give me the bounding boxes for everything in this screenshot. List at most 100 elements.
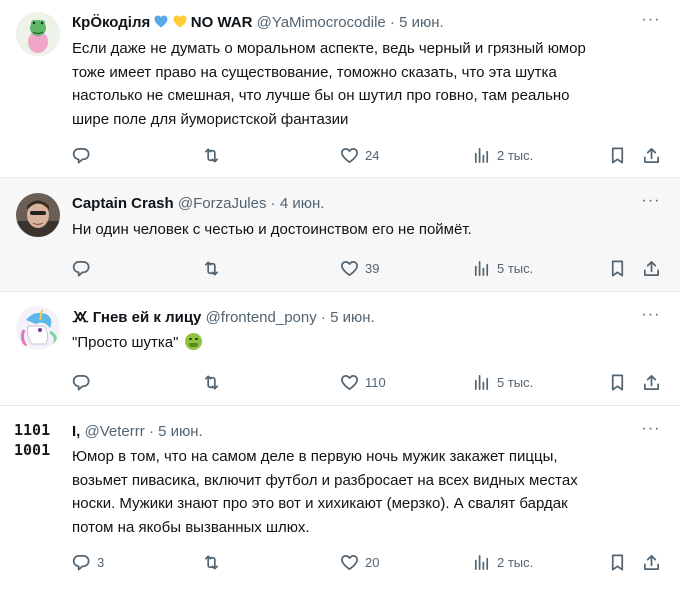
reply-button[interactable] [72, 144, 97, 166]
bookmark-button[interactable] [608, 257, 627, 279]
reply-count: 3 [97, 554, 105, 570]
bookmark-icon [611, 554, 624, 570]
tweet[interactable]: Captain Crash @ForzaJules · 4 июн. ··· Н… [0, 178, 680, 292]
share-icon [643, 147, 660, 163]
views-button[interactable]: 2 тыс. [472, 144, 533, 166]
timestamp[interactable]: 4 июн. [280, 195, 325, 212]
retweet-button[interactable] [202, 551, 227, 573]
tweet-text: Если даже не думать о моральном аспекте,… [72, 40, 586, 128]
tweet-header: Captain Crash @ForzaJules · 4 июн. [72, 194, 620, 214]
avatar[interactable] [16, 306, 60, 350]
tweet-header: КрÖкоділя NO WAR @YaMimocrocodile · 5 ию… [72, 13, 620, 33]
views-button[interactable]: 5 тыс. [472, 371, 533, 393]
views-icon [474, 147, 489, 163]
timestamp[interactable]: 5 июн. [399, 14, 444, 31]
like-button[interactable]: 110 [340, 371, 386, 393]
share-icon [643, 374, 660, 390]
tweet-text: "Просто шутка" [72, 331, 662, 355]
separator-dot: · [389, 14, 395, 31]
views-count: 5 тыс. [497, 374, 534, 390]
more-icon[interactable]: ··· [640, 193, 662, 214]
like-icon [341, 554, 358, 570]
tweet[interactable]: КрÖкоділя NO WAR @YaMimocrocodile · 5 ию… [0, 0, 680, 178]
share-icon [643, 554, 660, 570]
avatar[interactable] [16, 193, 60, 237]
more-icon[interactable]: ··· [640, 12, 662, 33]
user-handle[interactable]: @ForzaJules [178, 195, 267, 212]
views-button[interactable]: 2 тыс. [472, 551, 533, 573]
views-count: 2 тыс. [497, 554, 534, 570]
action-bar: 110 5 тыс. [72, 371, 662, 393]
reply-button[interactable] [72, 257, 97, 279]
like-count: 24 [365, 147, 380, 163]
user-handle[interactable]: @Veterrr [85, 423, 145, 440]
views-icon [474, 374, 489, 390]
retweet-icon [204, 374, 219, 390]
display-name-suffix[interactable]: NO WAR [191, 14, 253, 31]
bookmark-icon [611, 374, 624, 390]
timestamp[interactable]: 5 июн. [330, 309, 375, 326]
user-handle[interactable]: @frontend_pony [206, 309, 317, 326]
more-icon[interactable]: ··· [640, 421, 662, 442]
like-icon [341, 260, 358, 276]
like-button[interactable]: 24 [340, 144, 379, 166]
nauseated-face-icon [184, 333, 202, 350]
separator-dot: · [270, 195, 276, 212]
more-icon[interactable]: ··· [640, 307, 662, 328]
tweet-feed: КрÖкоділя NO WAR @YaMimocrocodile · 5 ию… [0, 0, 680, 589]
like-count: 20 [365, 554, 380, 570]
like-count: 39 [365, 260, 380, 276]
share-button[interactable] [642, 371, 661, 393]
action-bar: 39 5 тыс. [72, 257, 662, 279]
views-count: 5 тыс. [497, 260, 534, 276]
retweet-button[interactable] [202, 257, 227, 279]
avatar[interactable] [16, 12, 60, 56]
bookmark-icon [611, 147, 624, 163]
retweet-icon [204, 260, 219, 276]
like-icon [341, 147, 358, 163]
display-name[interactable]: Captain Crash [72, 195, 174, 212]
reply-icon [72, 147, 90, 163]
display-name[interactable]: КрÖкоділя [72, 14, 150, 31]
tweet[interactable]: 1101 1001 I, @Veterrr · 5 июн. ··· Юмор … [0, 406, 680, 589]
tweet-text: Ни один человек с честью и достоинством … [72, 221, 472, 238]
share-button[interactable] [642, 551, 661, 573]
display-name[interactable]: I, [72, 423, 80, 440]
like-icon [341, 374, 358, 390]
like-button[interactable]: 20 [340, 551, 379, 573]
yellow-heart-icon [173, 15, 187, 28]
avatar[interactable]: 1101 1001 [14, 420, 62, 466]
reply-icon [72, 374, 90, 390]
reply-button[interactable]: 3 [72, 551, 104, 573]
retweet-button[interactable] [202, 144, 227, 166]
action-bar: 3 20 2 тыс. [72, 551, 662, 573]
tweet-header: I, @Veterrr · 5 июн. [72, 422, 620, 442]
like-count: 110 [365, 374, 386, 390]
bookmark-button[interactable] [608, 551, 627, 573]
timestamp[interactable]: 5 июн. [158, 423, 203, 440]
views-icon [474, 554, 489, 570]
bookmark-icon [611, 260, 624, 276]
bookmark-button[interactable] [608, 371, 627, 393]
reply-button[interactable] [72, 371, 97, 393]
views-button[interactable]: 5 тыс. [472, 257, 533, 279]
separator-dot: · [148, 423, 154, 440]
bookmark-button[interactable] [608, 144, 627, 166]
blue-heart-icon [154, 15, 168, 28]
retweet-button[interactable] [202, 371, 227, 393]
views-count: 2 тыс. [497, 147, 534, 163]
share-button[interactable] [642, 144, 661, 166]
share-button[interactable] [642, 257, 661, 279]
share-icon [643, 260, 660, 276]
avatar-binary-text: 1101 1001 [14, 421, 51, 459]
tweet-header: 🝪 Гнев ей к лицу @frontend_pony · 5 июн. [72, 308, 620, 328]
like-button[interactable]: 39 [340, 257, 379, 279]
user-handle[interactable]: @YaMimocrocodile [257, 14, 386, 31]
tweet-text: Юмор в том, что на самом деле в первую н… [72, 448, 578, 536]
display-name[interactable]: 🝪 Гнев ей к лицу [72, 309, 201, 326]
retweet-icon [204, 554, 219, 570]
action-bar: 24 2 тыс. [72, 144, 662, 166]
tweet[interactable]: 🝪 Гнев ей к лицу @frontend_pony · 5 июн.… [0, 292, 680, 406]
separator-dot: · [320, 309, 326, 326]
reply-icon [72, 260, 90, 276]
